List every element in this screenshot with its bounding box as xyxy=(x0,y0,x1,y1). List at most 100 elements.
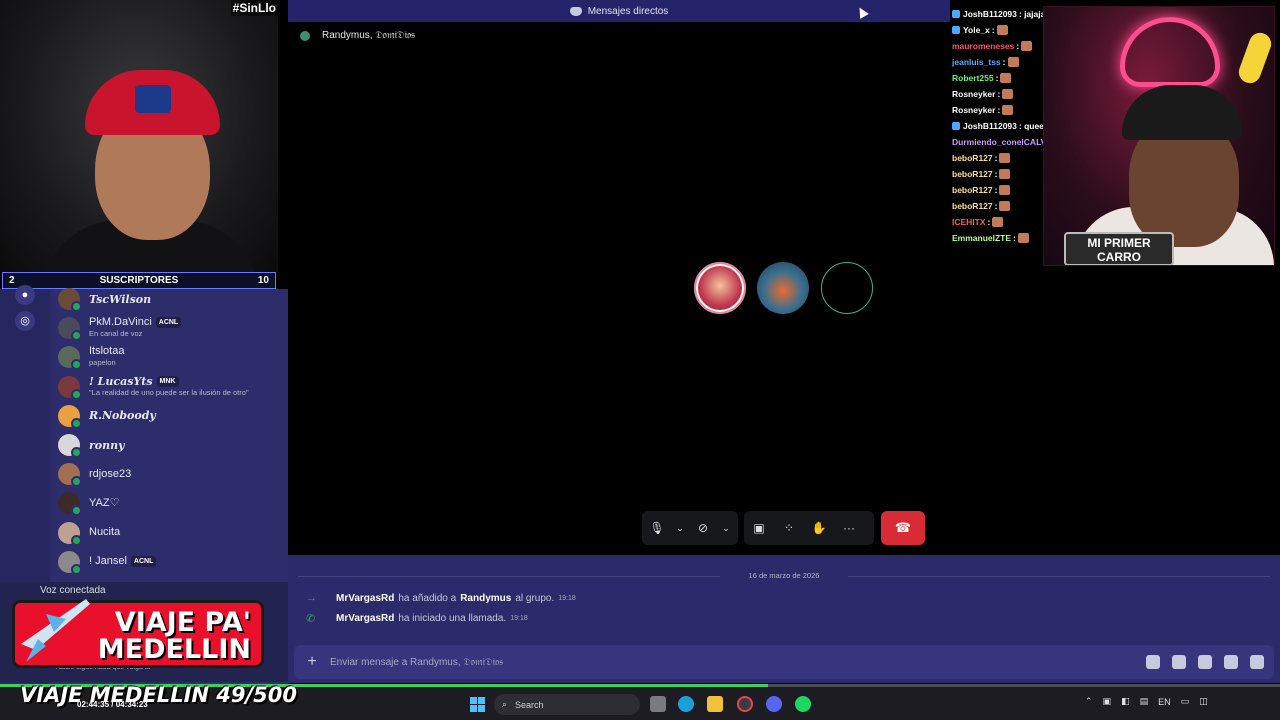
member-name: ronny xyxy=(89,438,125,452)
chevron-down-icon[interactable]: ⌄ xyxy=(718,511,734,545)
emote-icon xyxy=(1000,73,1012,83)
chat-username: beboR127 xyxy=(952,185,993,195)
member-list-item[interactable]: ! Jansel ACNL xyxy=(58,548,286,576)
chat-username: ICEHITX xyxy=(952,217,986,227)
file-explorer-icon[interactable] xyxy=(707,696,723,712)
discord-logo-icon xyxy=(569,6,582,16)
compass-icon[interactable]: ◎ xyxy=(15,311,35,331)
search-placeholder: Search xyxy=(515,699,544,710)
chat-message: : xyxy=(994,153,998,163)
windows-start-icon[interactable] xyxy=(470,697,485,712)
call-participant-avatar[interactable] xyxy=(757,262,809,314)
member-status: En canal de voz xyxy=(89,329,143,339)
subscriber-badge-icon xyxy=(952,122,960,130)
apps-icon[interactable] xyxy=(1250,655,1264,669)
end-call-button[interactable]: ☎ xyxy=(881,511,925,545)
call-participant-avatar[interactable] xyxy=(821,262,873,314)
carro-line-1: MI PRIMER xyxy=(1087,236,1151,250)
sticker-icon[interactable] xyxy=(1198,655,1212,669)
emote-icon xyxy=(1007,57,1019,67)
edge-browser-icon[interactable] xyxy=(678,696,694,712)
screen-share-button[interactable]: ▣ xyxy=(744,511,774,545)
member-status: papelon xyxy=(89,358,116,368)
member-list-item[interactable]: rdjose23 xyxy=(58,460,286,488)
member-name: TscWilson xyxy=(89,292,152,306)
chat-username: mauromeneses xyxy=(952,41,1015,51)
spotify-icon[interactable] xyxy=(795,696,811,712)
server-icon[interactable]: ● xyxy=(15,285,35,305)
add-attachment-button[interactable]: + xyxy=(294,653,330,671)
member-list-item[interactable]: ! LucasYts MNK "La realidad de uno puede s… xyxy=(58,373,286,401)
member-list-item[interactable]: YAZ♡ xyxy=(58,489,286,517)
avatar xyxy=(58,434,82,458)
chat-username: Rosneyker xyxy=(952,89,996,99)
member-name: Itslotaa xyxy=(89,345,125,358)
streamer-figure xyxy=(40,40,260,272)
chat-username: beboR127 xyxy=(952,201,993,211)
taskbar-search[interactable]: ⌕ Search xyxy=(494,694,640,715)
guest-webcam-right: MI PRIMER CARRO xyxy=(1043,6,1275,266)
camera-off-button[interactable]: ⊘ xyxy=(688,511,718,545)
app-icon[interactable] xyxy=(737,696,753,712)
gif-icon[interactable] xyxy=(1172,655,1186,669)
microphone-toggle-button[interactable]: 🎙 xyxy=(642,511,672,545)
chevron-up-icon[interactable]: ⌃ xyxy=(1085,696,1093,707)
message-author[interactable]: MrVargasRd xyxy=(336,593,394,604)
message-text: ha iniciado una llamada. xyxy=(398,613,507,624)
member-name: rdjose23 xyxy=(89,467,132,480)
message-timestamp: 19:18 xyxy=(558,594,576,602)
tray-app-icon[interactable]: ◧ xyxy=(1121,696,1130,707)
discord-titlebar: Mensajes directos xyxy=(288,0,950,22)
composer-placeholder: Enviar mensaje a Randymus, 𝔇𝔬𝔪𝔦𝔇𝔦𝔬𝔰 xyxy=(330,656,503,668)
member-list-item[interactable]: TscWilson xyxy=(58,285,286,313)
discord-taskbar-icon[interactable] xyxy=(766,696,782,712)
member-name: ! LucasYts xyxy=(89,374,153,388)
task-view-icon[interactable] xyxy=(650,696,666,712)
date-divider: 16 de marzo de 2026 xyxy=(288,571,1280,580)
tray-app-icon[interactable]: ▣ xyxy=(1103,696,1112,707)
member-list-item[interactable]: ronny xyxy=(58,431,286,459)
member-list-item[interactable]: Nucita xyxy=(58,519,286,547)
member-list-item[interactable]: R.Noboody xyxy=(58,402,286,430)
call-participant-avatar[interactable] xyxy=(694,262,746,314)
chat-message: : xyxy=(997,105,1001,115)
more-options-button[interactable]: ··· xyxy=(834,511,864,545)
message-author[interactable]: MrVargasRd xyxy=(336,613,394,624)
avatar xyxy=(58,346,82,371)
chat-panel: 16 de marzo de 2026 → MrVargasRd ha añadid… xyxy=(288,555,1280,683)
tray-app-icon[interactable]: ▤ xyxy=(1140,696,1149,707)
call-header: Randymus, 𝔇𝔬𝔪𝔦𝔇𝔦𝔬𝔰 xyxy=(300,30,415,41)
airplane-icon xyxy=(21,599,90,662)
member-list-item[interactable]: Itslotaa papelon xyxy=(58,343,286,371)
member-tag-badge: ACNL xyxy=(155,317,182,329)
chat-username: Rosneyker xyxy=(952,105,996,115)
emote-icon xyxy=(999,201,1011,211)
chat-message: : xyxy=(1002,57,1006,67)
chat-username: beboR127 xyxy=(952,153,993,163)
member-name: Nucita xyxy=(89,526,121,539)
subscriber-badge-icon xyxy=(952,26,960,34)
chat-username: Yole_x xyxy=(963,25,990,35)
avatar xyxy=(58,463,82,488)
message-target-user[interactable]: Randymus xyxy=(460,593,511,604)
activities-button[interactable]: ⁘ xyxy=(774,511,804,545)
emote-icon xyxy=(1017,233,1029,243)
stream-hashtag: #SinLlo xyxy=(230,0,278,16)
system-message: ✆ MrVargasRd ha iniciado una llamada. 19:18 xyxy=(306,612,528,625)
avatar xyxy=(58,550,82,575)
avatar xyxy=(58,492,82,517)
call-actions-controls: ▣ ⁘ ✋ ··· xyxy=(744,511,874,545)
volume-icon[interactable]: ◫ xyxy=(1199,696,1208,707)
subscriber-badge-icon xyxy=(952,10,960,18)
chevron-down-icon[interactable]: ⌄ xyxy=(672,511,688,545)
system-message-icon: → xyxy=(306,592,317,604)
emoji-icon[interactable] xyxy=(1224,655,1238,669)
message-composer[interactable]: + Enviar mensaje a Randymus, 𝔇𝔬𝔪𝔦𝔇𝔦𝔬𝔰 xyxy=(294,645,1274,679)
call-title: Randymus, 𝔇𝔬𝔪𝔦𝔇𝔦𝔬𝔰 xyxy=(322,30,415,41)
language-indicator[interactable]: EN xyxy=(1158,697,1171,707)
network-icon[interactable]: ▭ xyxy=(1181,696,1190,707)
member-list-item[interactable]: PkM.DaVinci ACNL En canal de voz xyxy=(58,314,286,342)
soundboard-button[interactable]: ✋ xyxy=(804,511,834,545)
emote-icon xyxy=(996,25,1008,35)
gift-icon[interactable] xyxy=(1146,655,1160,669)
